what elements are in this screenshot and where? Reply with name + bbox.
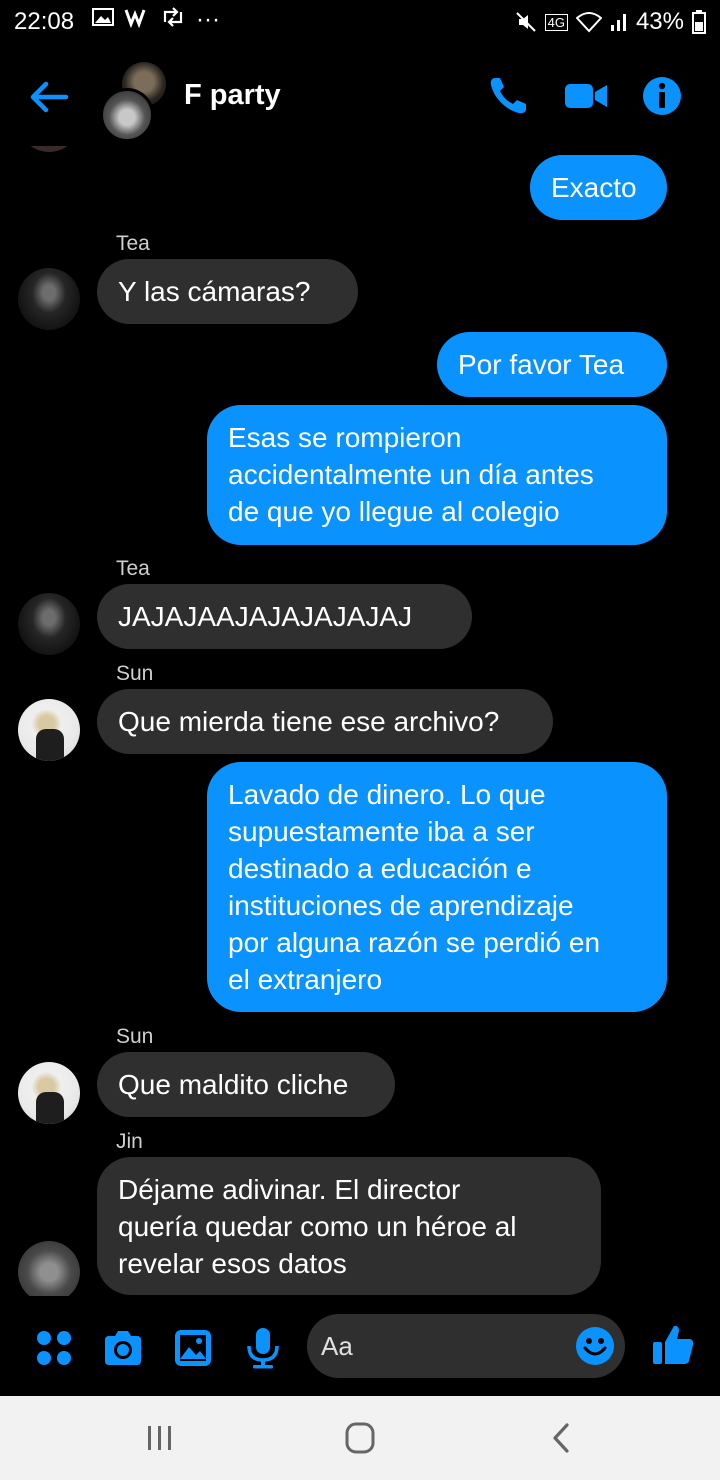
sender-name: Tea: [116, 232, 150, 255]
signal-icon: [610, 14, 626, 31]
message-input[interactable]: Aa: [307, 1314, 625, 1378]
outgoing-message[interactable]: Por favor Tea: [437, 332, 667, 397]
outgoing-message[interactable]: Lavado de dinero. Lo que supuestamente i…: [207, 762, 667, 1012]
avatar: [18, 146, 80, 152]
status-bar: 22:08 ··· 4G 43%: [0, 0, 720, 44]
outgoing-message[interactable]: Esas se rompieron accidentalmente un día…: [207, 405, 667, 545]
microphone-icon[interactable]: [241, 1326, 285, 1370]
emoji-icon[interactable]: [575, 1326, 615, 1366]
incoming-message[interactable]: JAJAJAAJAJAJAJAJAJ: [97, 584, 472, 649]
camera-icon[interactable]: [101, 1326, 145, 1370]
retweet-icon: [163, 7, 183, 27]
message-composer: Aa: [0, 1300, 720, 1396]
outgoing-message[interactable]: Exacto: [530, 155, 667, 220]
battery-icon: [692, 10, 706, 34]
wifi-icon: [575, 12, 602, 33]
system-nav-bar: [0, 1396, 720, 1480]
group-avatar[interactable]: [100, 62, 170, 142]
mute-icon: [515, 12, 536, 32]
network-type-badge: 4G: [544, 13, 568, 31]
incoming-message[interactable]: Déjame adivinar. El director quería qued…: [97, 1157, 601, 1295]
like-thumbs-up-icon[interactable]: [650, 1322, 696, 1368]
gallery-icon[interactable]: [171, 1326, 215, 1370]
avatar-sun[interactable]: [18, 699, 80, 761]
status-time: 22:08: [14, 8, 75, 35]
nav-back-icon[interactable]: [542, 1420, 582, 1456]
phone-call-icon[interactable]: [486, 74, 530, 118]
more-notifications-icon: ···: [196, 6, 220, 33]
sender-name: Tea: [116, 557, 150, 580]
sender-name: Sun: [116, 662, 154, 685]
wattpad-icon: [124, 9, 146, 28]
message-list[interactable]: Exacto Tea Y las cámaras? Por favor Tea …: [0, 146, 720, 1296]
incoming-message[interactable]: Y las cámaras?: [97, 259, 358, 324]
home-icon[interactable]: [340, 1420, 380, 1456]
avatar-jin[interactable]: [18, 1241, 80, 1296]
sender-name: Jin: [116, 1130, 143, 1153]
avatar-tea[interactable]: [18, 593, 80, 655]
avatar-sun[interactable]: [18, 1062, 80, 1124]
gallery-notification-icon: [92, 8, 114, 26]
info-icon[interactable]: [640, 74, 684, 118]
incoming-message[interactable]: Que mierda tiene ese archivo?: [97, 689, 553, 754]
group-member-avatar: [100, 88, 154, 142]
message-input-placeholder: Aa: [321, 1331, 353, 1361]
status-right: 4G 43%: [515, 8, 706, 36]
avatar-tea[interactable]: [18, 268, 80, 330]
incoming-message[interactable]: Que maldito cliche: [97, 1052, 395, 1117]
recent-apps-icon[interactable]: [140, 1420, 180, 1456]
more-actions-icon[interactable]: [32, 1326, 76, 1370]
chat-header: F party: [0, 50, 720, 146]
back-arrow-icon[interactable]: [26, 74, 72, 120]
chat-title[interactable]: F party: [184, 79, 281, 112]
battery-percent: 43%: [635, 8, 684, 35]
video-call-icon[interactable]: [564, 74, 608, 118]
sender-name: Sun: [116, 1025, 154, 1048]
notification-icons: ···: [92, 6, 220, 34]
